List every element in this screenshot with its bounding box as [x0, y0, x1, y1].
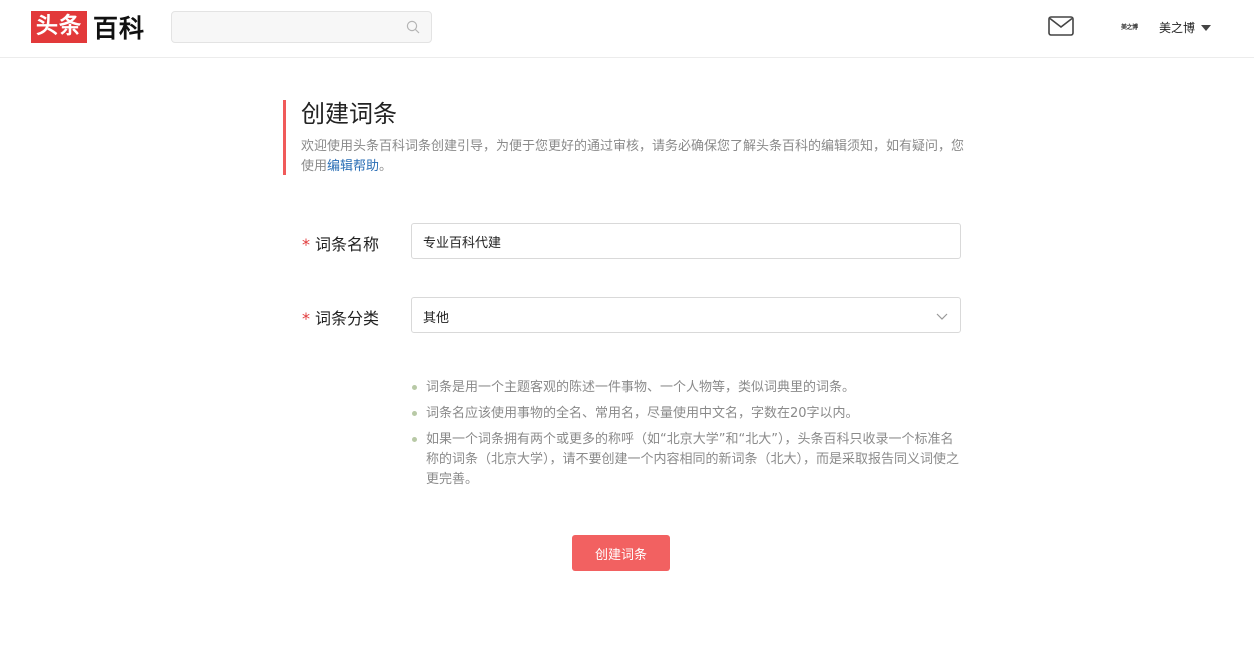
- tip-text: 词条名应该使用事物的全名、常用名，尽量使用中文名，字数在20字以内。: [426, 406, 859, 421]
- create-entry-button[interactable]: 创建词条: [572, 535, 670, 571]
- required-mark: *: [302, 235, 310, 254]
- intro-body: 欢迎使用头条百科词条创建引导，为便于您更好的通过审核，请务必确保您了解头条百科的…: [301, 139, 965, 174]
- logo-toutiao: 头条: [31, 11, 88, 43]
- avatar[interactable]: 美之博: [1121, 23, 1149, 32]
- intro-section: 创建词条 欢迎使用头条百科词条创建引导，为便于您更好的通过审核，请务必确保您了解…: [283, 100, 966, 177]
- user-menu[interactable]: 美之博 美之博: [1121, 16, 1212, 38]
- site-logo[interactable]: 头条 百科: [31, 11, 145, 43]
- tips-list: 词条是用一个主题客观的陈述一件事物、一个人物等，类似词典里的词条。 词条名应该使…: [411, 378, 963, 496]
- bullet-icon: [412, 385, 417, 390]
- tip-item: 词条是用一个主题客观的陈述一件事物、一个人物等，类似词典里的词条。: [411, 378, 963, 398]
- entry-name-input[interactable]: [412, 224, 960, 258]
- entry-category-label: * 词条分类: [302, 305, 379, 329]
- page-title: 创建词条: [301, 100, 397, 128]
- entry-name-label: * 词条名称: [302, 231, 379, 255]
- chevron-down-icon: [936, 313, 948, 320]
- search-input[interactable]: [172, 12, 397, 42]
- tip-text: 词条是用一个主题客观的陈述一件事物、一个人物等，类似词典里的词条。: [426, 380, 856, 395]
- intro-text: 欢迎使用头条百科词条创建引导，为便于您更好的通过审核，请务必确保您了解头条百科的…: [301, 137, 966, 177]
- entry-category-row: * 词条分类 其他: [302, 297, 962, 333]
- user-name[interactable]: 美之博: [1159, 19, 1195, 36]
- search-icon[interactable]: [406, 20, 420, 34]
- entry-category-label-text: 词条分类: [315, 309, 380, 328]
- entry-name-row: * 词条名称: [302, 223, 962, 259]
- tip-item: 词条名应该使用事物的全名、常用名，尽量使用中文名，字数在20字以内。: [411, 404, 963, 424]
- top-header: 头条 百科 美之博 美之博: [0, 0, 1254, 58]
- tip-item: 如果一个词条拥有两个或更多的称呼（如“北京大学”和“北大”），头条百科只收录一个…: [411, 430, 963, 490]
- edit-help-link[interactable]: 编辑帮助: [327, 159, 379, 174]
- category-selected-value: 其他: [423, 311, 450, 326]
- caret-down-icon[interactable]: [1201, 25, 1212, 31]
- tip-text: 如果一个词条拥有两个或更多的称呼（如“北京大学”和“北大”），头条百科只收录一个…: [426, 432, 960, 487]
- required-mark: *: [302, 309, 310, 328]
- entry-name-label-text: 词条名称: [315, 235, 380, 254]
- bullet-icon: [412, 437, 417, 442]
- mail-icon[interactable]: [1048, 16, 1074, 36]
- category-select[interactable]: 其他: [411, 297, 961, 333]
- entry-name-field: [411, 223, 961, 259]
- bullet-icon: [412, 411, 417, 416]
- search-box: [171, 11, 432, 43]
- intro-suffix: 。: [379, 159, 393, 174]
- logo-baike: 百科: [93, 14, 146, 43]
